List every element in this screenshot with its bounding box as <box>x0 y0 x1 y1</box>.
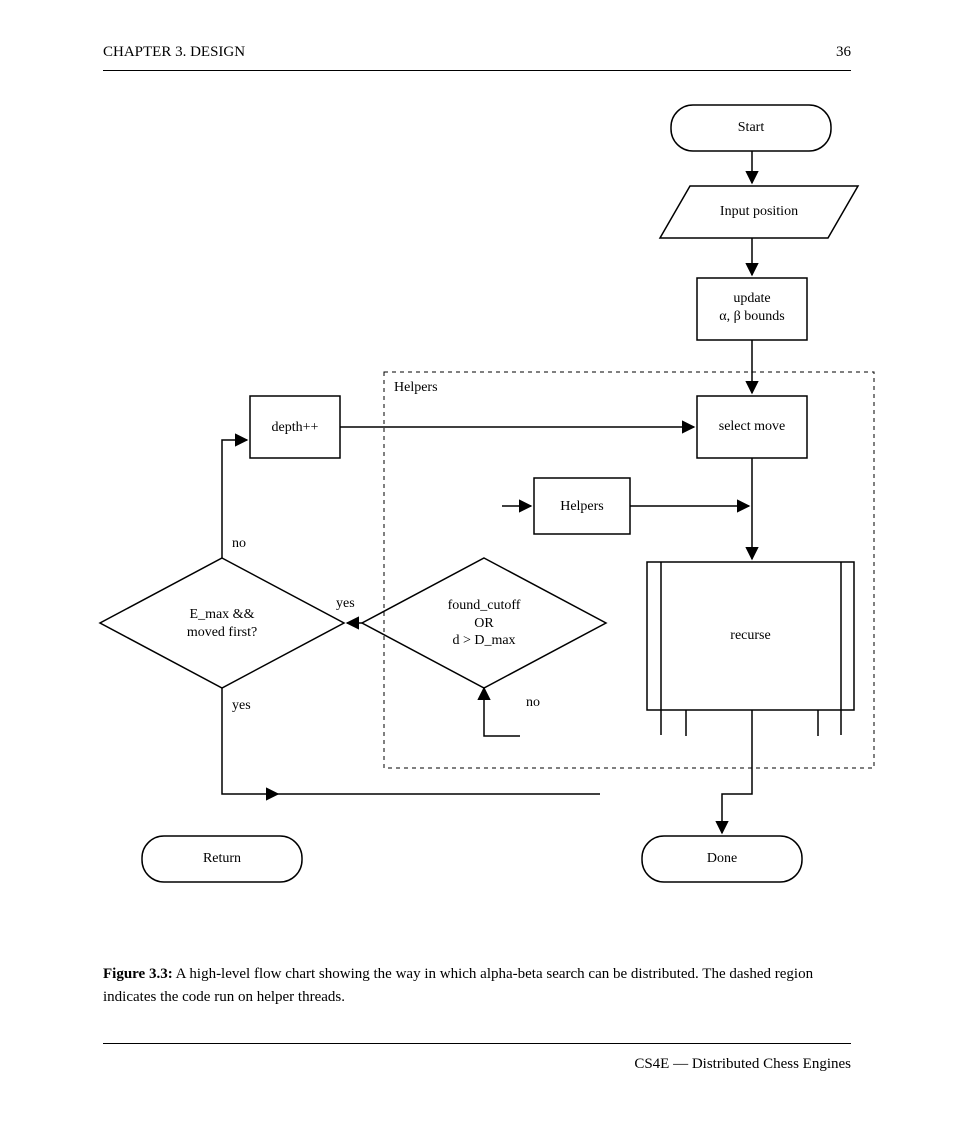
edge-label-cutoff-no: no <box>526 695 540 710</box>
return-label: Return <box>142 850 302 868</box>
edge-label-cutoff-yes: yes <box>336 596 355 611</box>
update-bounds-label: update α, β bounds <box>697 290 807 325</box>
start-label: Start <box>671 119 831 137</box>
recurse-label: recurse <box>647 627 854 645</box>
inc-depth-label: depth++ <box>250 419 340 437</box>
helper-region-label: Helpers <box>394 380 438 396</box>
select-move-label: select move <box>697 418 807 436</box>
figure-caption: Figure 3.3: A high-level flow chart show… <box>103 963 851 1008</box>
moved-first-label: E_max && moved first? <box>132 606 312 641</box>
edge-label-moved-first-no: no <box>232 536 246 551</box>
edge-cutoff-no-to-done <box>722 710 752 833</box>
found-cutoff-label: found_cutoff OR d > D_max <box>390 597 578 650</box>
edge-label-moved-first-yes: yes <box>232 698 251 713</box>
input-position-label: Input position <box>660 203 858 221</box>
done-label: Done <box>642 850 802 868</box>
helpers-label: Helpers <box>534 498 630 516</box>
figure-caption-number: Figure 3.3: <box>103 966 173 982</box>
recurse-node <box>647 562 854 735</box>
figure-caption-text: A high-level flow chart showing the way … <box>103 966 813 1005</box>
